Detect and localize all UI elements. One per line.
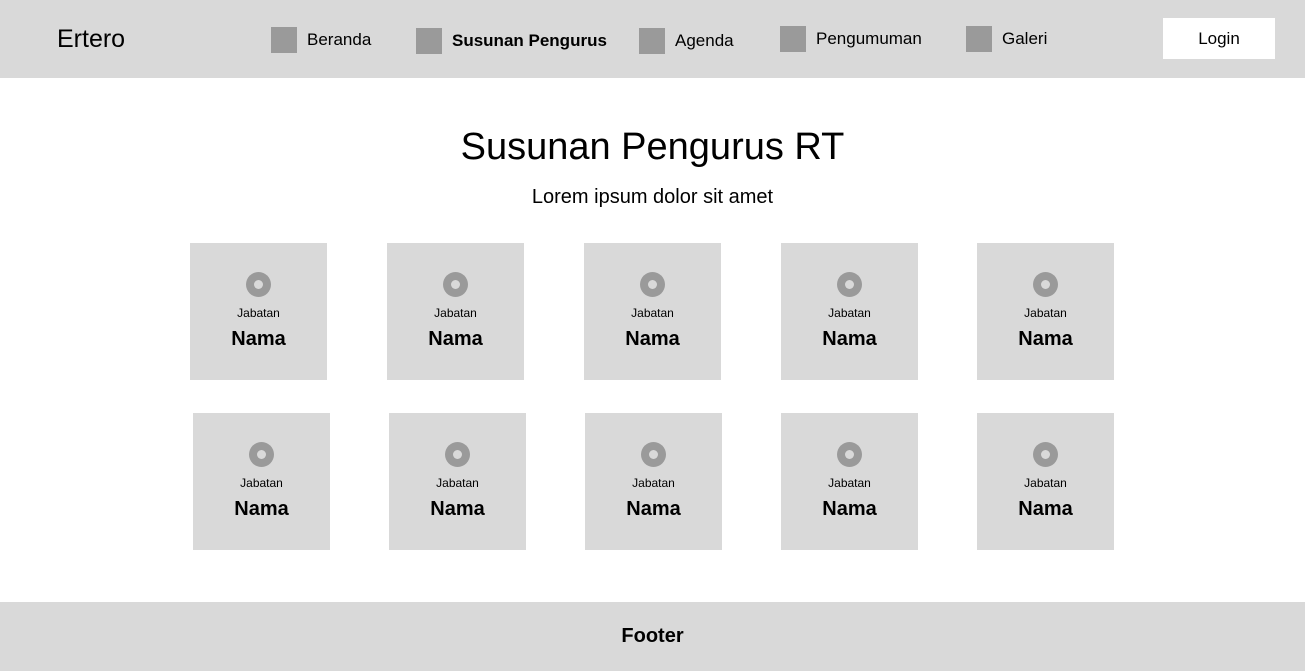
member-card[interactable]: Jabatan Nama: [193, 413, 330, 550]
member-role: Jabatan: [434, 306, 477, 320]
member-card[interactable]: Jabatan Nama: [584, 243, 721, 380]
avatar-icon: [443, 272, 468, 297]
placeholder-square-icon: [271, 27, 297, 53]
member-role: Jabatan: [237, 306, 280, 320]
member-card[interactable]: Jabatan Nama: [190, 243, 327, 380]
avatar-icon: [445, 442, 470, 467]
member-card[interactable]: Jabatan Nama: [781, 413, 918, 550]
footer: Footer: [0, 602, 1305, 671]
avatar-icon: [640, 272, 665, 297]
member-card[interactable]: Jabatan Nama: [389, 413, 526, 550]
nav-label: Galeri: [1002, 29, 1048, 48]
member-name: Nama: [625, 328, 680, 350]
member-card[interactable]: Jabatan Nama: [781, 243, 918, 380]
footer-label: Footer: [621, 625, 684, 647]
member-card[interactable]: Jabatan Nama: [977, 243, 1114, 380]
avatar-icon: [837, 442, 862, 467]
member-role: Jabatan: [1024, 306, 1067, 320]
placeholder-square-icon: [639, 28, 665, 54]
member-card[interactable]: Jabatan Nama: [585, 413, 722, 550]
page-title: Susunan Pengurus RT: [460, 126, 845, 168]
member-name: Nama: [822, 328, 877, 350]
member-role: Jabatan: [240, 476, 283, 490]
top-navbar: Ertero Beranda Susunan Pengurus Agenda P…: [0, 0, 1305, 78]
login-button[interactable]: Login: [1163, 18, 1275, 59]
member-name: Nama: [822, 498, 877, 520]
nav-item-galeri[interactable]: Galeri: [966, 26, 1047, 52]
member-role: Jabatan: [828, 306, 871, 320]
avatar-icon: [246, 272, 271, 297]
member-role: Jabatan: [828, 476, 871, 490]
member-name: Nama: [234, 498, 289, 520]
member-name: Nama: [1018, 498, 1073, 520]
placeholder-square-icon: [966, 26, 992, 52]
member-role: Jabatan: [631, 306, 674, 320]
page-subtitle: Lorem ipsum dolor sit amet: [531, 186, 774, 208]
avatar-icon: [1033, 442, 1058, 467]
member-role: Jabatan: [1024, 476, 1067, 490]
member-name: Nama: [626, 498, 681, 520]
placeholder-square-icon: [780, 26, 806, 52]
brand-logo[interactable]: Ertero: [57, 25, 125, 54]
nav-item-beranda[interactable]: Beranda: [271, 27, 371, 53]
nav-label: Susunan Pengurus: [452, 31, 607, 50]
nav-label: Beranda: [307, 30, 372, 49]
nav-item-pengumuman[interactable]: Pengumuman: [780, 26, 922, 52]
member-card[interactable]: Jabatan Nama: [387, 243, 524, 380]
nav-item-susunan-pengurus[interactable]: Susunan Pengurus: [416, 28, 607, 54]
member-role: Jabatan: [632, 476, 675, 490]
nav-label: Pengumuman: [816, 29, 922, 48]
member-name: Nama: [430, 498, 485, 520]
avatar-icon: [837, 272, 862, 297]
member-name: Nama: [231, 328, 286, 350]
placeholder-square-icon: [416, 28, 442, 54]
member-role: Jabatan: [436, 476, 479, 490]
avatar-icon: [1033, 272, 1058, 297]
avatar-icon: [249, 442, 274, 467]
avatar-icon: [641, 442, 666, 467]
member-name: Nama: [1018, 328, 1073, 350]
member-card[interactable]: Jabatan Nama: [977, 413, 1114, 550]
nav-label: Agenda: [675, 31, 734, 50]
member-name: Nama: [428, 328, 483, 350]
nav-item-agenda[interactable]: Agenda: [639, 28, 734, 54]
